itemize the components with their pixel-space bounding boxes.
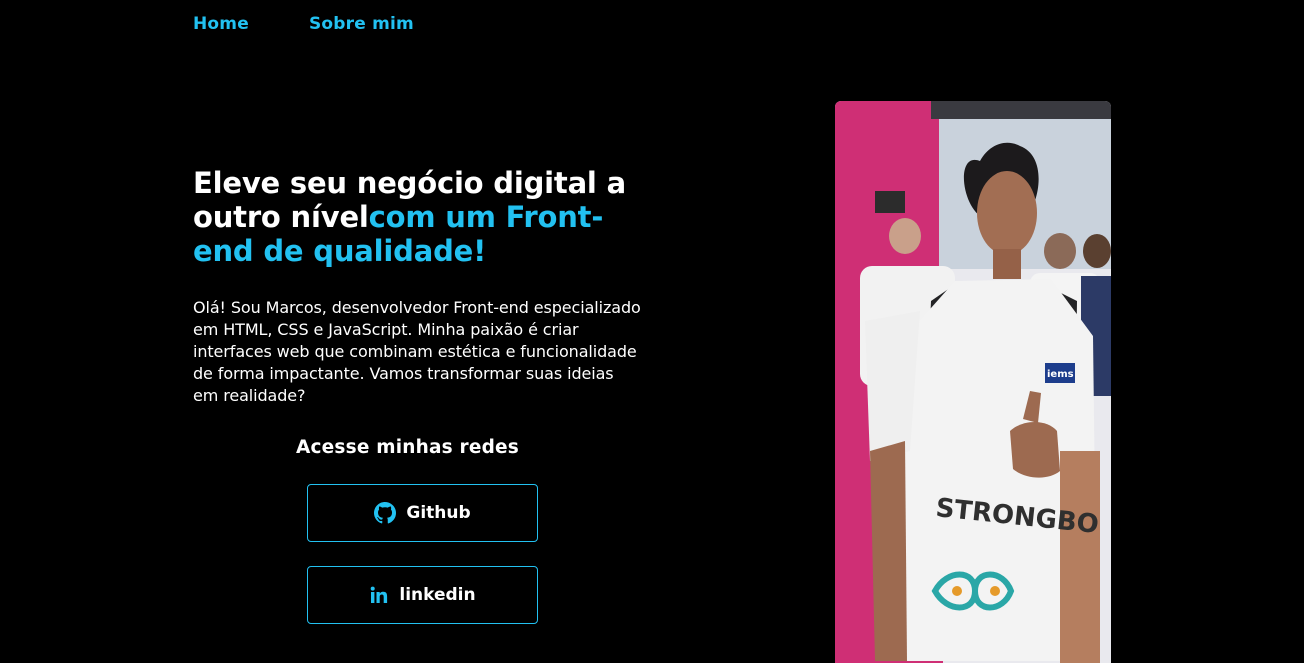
linkedin-icon <box>369 585 389 605</box>
socials-title: Acesse minhas redes <box>296 437 520 458</box>
github-button-label: Github <box>406 503 471 523</box>
linkedin-button-label: linkedin <box>399 585 476 605</box>
github-button[interactable]: Github <box>307 484 538 542</box>
github-icon <box>374 502 397 524</box>
photo-badge-text: iems <box>1047 369 1074 380</box>
nav-home-link[interactable]: Home <box>193 12 249 36</box>
linkedin-button[interactable]: linkedin <box>307 566 538 624</box>
top-nav: Home Sobre mim <box>193 12 414 36</box>
page: Home Sobre mim Eleve seu negócio digital… <box>0 0 1304 663</box>
hero-title: Eleve seu negócio digital a outro nívelc… <box>193 166 663 268</box>
nav-about-link[interactable]: Sobre mim <box>309 12 414 36</box>
hero-description: Olá! Sou Marcos, desenvolvedor Front-end… <box>193 298 641 405</box>
profile-photo: iems STRONGBO <box>835 101 1111 663</box>
